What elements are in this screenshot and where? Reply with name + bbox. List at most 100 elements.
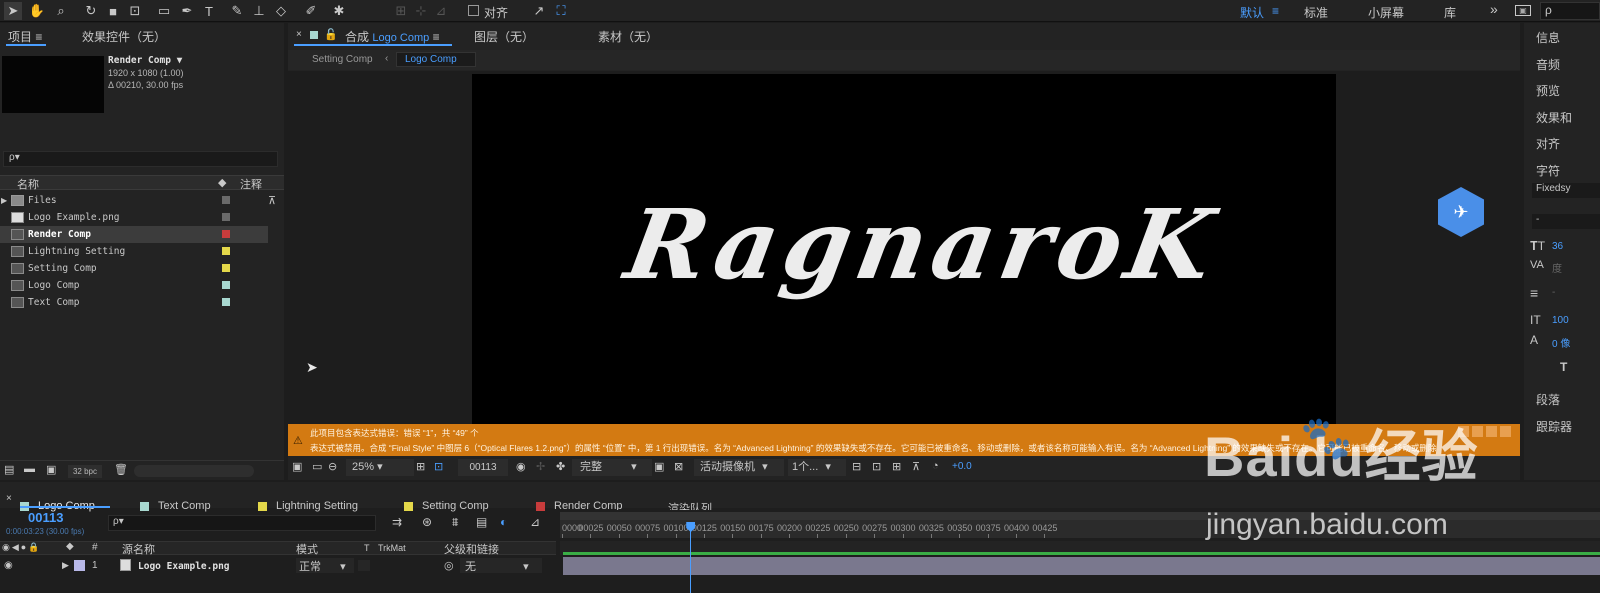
thumbnail-size-slider[interactable] <box>134 465 254 477</box>
fast-previews-icon[interactable]: ⊡ <box>872 460 881 473</box>
right-panel-item[interactable]: 信息 <box>1536 29 1560 46</box>
rotate-tool-icon[interactable]: ↻ <box>82 2 100 20</box>
world-axis-icon[interactable]: ⊹ <box>412 2 430 20</box>
label-color-swatch[interactable] <box>222 264 230 272</box>
close-timeline-tab-icon[interactable]: × <box>6 493 12 504</box>
hand-tool-icon[interactable]: ✋ <box>28 2 46 20</box>
label-color-swatch[interactable] <box>222 247 230 255</box>
close-comp-tab-icon[interactable]: × <box>296 29 302 40</box>
label-color-swatch[interactable] <box>222 213 230 221</box>
layer-parent-select[interactable]: 无 ▾ <box>460 558 542 573</box>
project-search-input[interactable]: ρ▾ <box>3 151 278 167</box>
panel-paragraph[interactable]: 段落 <box>1536 391 1560 408</box>
brush-tool-icon[interactable]: ✎ <box>228 2 246 20</box>
transparency-grid-icon[interactable]: ▣ <box>654 460 664 473</box>
fast-preview-icon[interactable]: ⊠ <box>674 460 683 473</box>
current-frame-display[interactable]: 00113 <box>458 459 508 476</box>
always-preview-icon[interactable]: ▣ <box>292 460 302 473</box>
workspace-standard[interactable]: 标准 <box>1304 4 1328 21</box>
tab-footage[interactable]: 素材（无） <box>598 28 658 45</box>
tracking-label[interactable]: 度 <box>1552 260 1562 275</box>
workspace-more[interactable]: » <box>1490 1 1498 17</box>
stroke-width-value[interactable]: - <box>1552 287 1555 298</box>
project-item-text-comp[interactable]: Text Comp <box>0 294 268 311</box>
eraser-tool-icon[interactable]: ◇ <box>272 2 290 20</box>
region-of-interest-icon[interactable]: ⊡ <box>434 460 443 473</box>
error-next-icon[interactable] <box>1486 426 1497 437</box>
text-tool-icon[interactable]: T <box>200 2 218 20</box>
selection-tool-icon[interactable]: ➤ <box>4 2 22 20</box>
layer-label-icon[interactable]: ◆ <box>66 541 74 552</box>
tab-effect-controls[interactable]: 效果控件（无） <box>82 28 166 45</box>
workspace-default[interactable]: 默认 <box>1240 4 1264 21</box>
motion-blur-icon[interactable]: ◐ <box>500 515 507 529</box>
timeline-search-input[interactable]: ρ▾ <box>108 515 376 531</box>
timeline-tab-lightning-setting[interactable]: Lightning Setting <box>258 500 358 512</box>
project-item-logo-comp[interactable]: Logo Comp <box>0 277 268 294</box>
shy-layers-icon[interactable]: ⩩ <box>452 515 458 530</box>
layer-duration-bar[interactable] <box>563 557 1600 575</box>
zoom-select[interactable]: 25% ▾ <box>346 459 414 476</box>
view-axis-icon[interactable]: ⊿ <box>432 2 450 20</box>
label-color-swatch[interactable] <box>222 230 230 238</box>
error-collapse-icon[interactable] <box>1500 426 1511 437</box>
right-panel-item[interactable]: 对齐 <box>1536 135 1560 152</box>
camera-tool-icon[interactable]: ■ <box>104 2 122 20</box>
layer-preserve-transparency[interactable] <box>358 560 370 571</box>
timeline-tab-setting-comp[interactable]: Setting Comp <box>404 500 489 512</box>
rectangle-tool-icon[interactable]: ▭ <box>155 2 173 20</box>
reset-exposure-icon[interactable]: ◔ <box>932 460 939 472</box>
camera-select[interactable]: 活动摄像机 ▾ <box>694 459 784 476</box>
label-color-swatch[interactable] <box>222 281 230 289</box>
right-panel-item[interactable]: 效果和 <box>1536 109 1572 126</box>
flowchart-icon[interactable]: ⊼ <box>268 194 276 207</box>
workspace-menu-icon[interactable]: ≡ <box>1272 4 1279 18</box>
tab-project[interactable]: 项目 ≡ <box>8 28 42 45</box>
project-item-render-comp[interactable]: Render Comp <box>0 226 268 243</box>
label-color-swatch[interactable] <box>222 298 230 306</box>
column-comment[interactable]: 注释 <box>240 176 262 192</box>
clone-stamp-tool-icon[interactable]: ⊥ <box>250 2 268 20</box>
label-tag-icon[interactable]: ◆ <box>218 176 226 189</box>
col-source-name[interactable]: 源名称 <box>122 541 155 557</box>
graph-editor-icon[interactable]: ⊿ <box>530 515 540 529</box>
layer-source-name[interactable]: Logo Example.png <box>138 561 230 572</box>
font-style-select[interactable]: - <box>1532 214 1600 229</box>
vertical-scale-value[interactable]: 100 <box>1552 315 1569 326</box>
safe-areas-icon[interactable]: ⊞ <box>416 460 425 473</box>
timeline-tab-text-comp[interactable]: Text Comp <box>140 500 211 512</box>
color-channels-icon[interactable]: ✤ <box>556 460 565 473</box>
resolution-select[interactable]: 完整 ▾ <box>572 459 652 476</box>
draft-3d-icon[interactable]: ⊛ <box>422 515 432 529</box>
display-monitor-icon[interactable]: ▭ <box>312 460 322 473</box>
font-family-select[interactable]: Fixedsy <box>1532 183 1600 198</box>
col-parent[interactable]: 父级和链接 <box>444 541 499 557</box>
folder-expand-arrow-icon[interactable]: ▶ <box>1 196 7 205</box>
snap-grid-icon[interactable]: ⛶ <box>552 2 570 20</box>
label-color-swatch[interactable] <box>222 196 230 204</box>
search-help-icon[interactable]: ρ <box>1540 2 1600 20</box>
snap-feather-icon[interactable]: ↗ <box>530 2 548 20</box>
new-comp-icon[interactable]: ▣ <box>46 463 56 476</box>
project-item-logo-example-png[interactable]: Logo Example.png <box>0 209 268 226</box>
comp-flowchart-icon[interactable]: ⊼ <box>912 460 920 473</box>
zoom-tool-icon[interactable]: ⌕ <box>52 2 70 20</box>
project-item-setting-comp[interactable]: Setting Comp <box>0 260 268 277</box>
bit-depth-button[interactable]: 32 bpc <box>68 465 102 478</box>
col-trkmat[interactable]: TrkMat <box>378 543 406 553</box>
puppet-pin-tool-icon[interactable]: ✱ <box>330 2 348 20</box>
snap-checkbox[interactable] <box>468 5 479 16</box>
exposure-value[interactable]: +0.0 <box>952 461 972 472</box>
timeline-toggle-icon[interactable]: ⊞ <box>892 460 901 473</box>
views-select[interactable]: 1个... ▾ <box>788 459 846 476</box>
roto-brush-tool-icon[interactable]: ✐ <box>302 2 320 20</box>
project-item-files[interactable]: ▶ Files <box>0 192 268 209</box>
breadcrumb-logo-comp[interactable]: Logo Comp <box>396 52 476 67</box>
toggle-pixel-aspect-icon[interactable]: ⊟ <box>852 460 861 473</box>
pen-tool-icon[interactable]: ✒ <box>178 2 196 20</box>
search-help-toggle-icon[interactable]: ▣ <box>1515 5 1531 16</box>
workspace-library[interactable]: 库 <box>1444 4 1456 21</box>
project-item-lightning-setting[interactable]: Lightning Setting <box>0 243 268 260</box>
layer-visibility-icon[interactable]: ◉ <box>4 560 13 571</box>
frame-blending-icon[interactable]: ▤ <box>476 515 487 529</box>
